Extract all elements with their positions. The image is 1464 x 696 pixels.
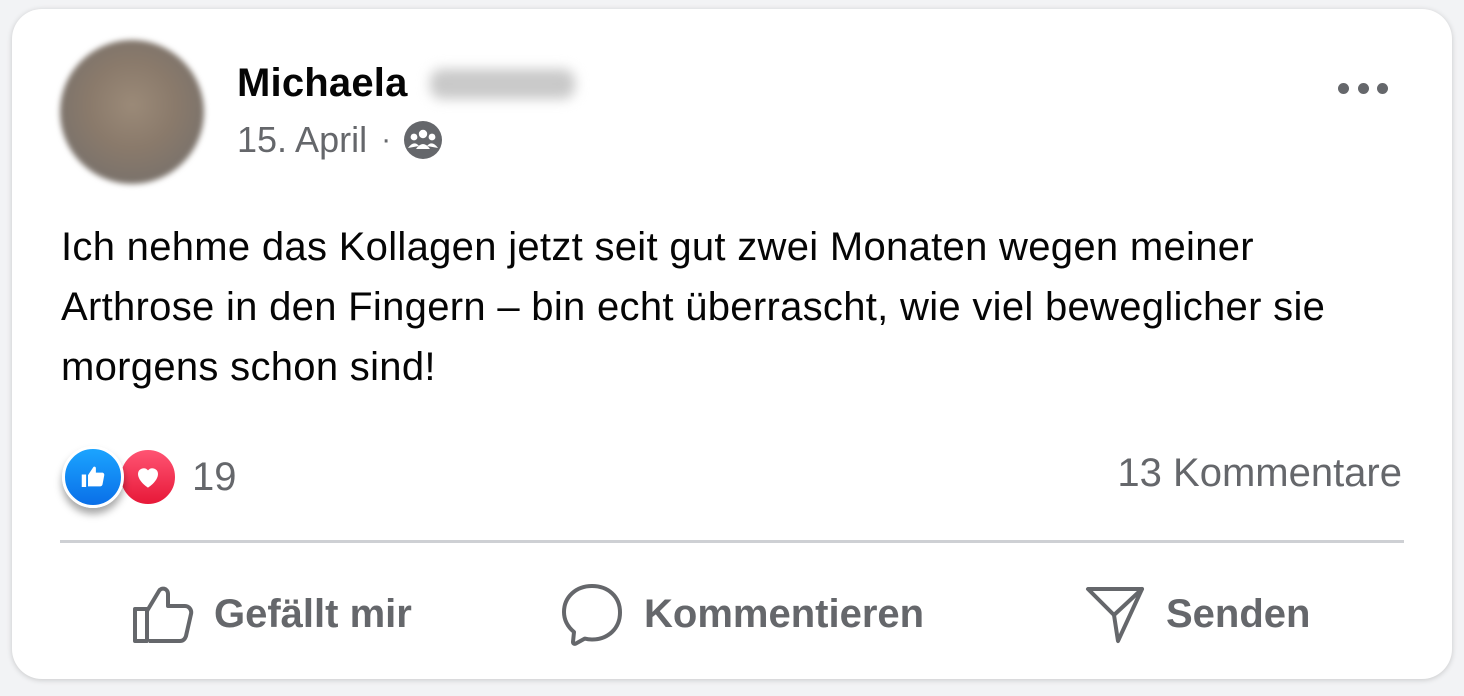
- love-reaction-icon: [118, 447, 178, 507]
- like-button-label: Gefällt mir: [214, 591, 412, 636]
- group-icon[interactable]: [403, 120, 443, 160]
- like-button[interactable]: Gefällt mir: [130, 579, 412, 649]
- blurred-surname: [429, 68, 575, 99]
- comments-count[interactable]: 13 Kommentare: [1117, 451, 1402, 496]
- like-reaction-icon: [62, 446, 124, 508]
- author-name[interactable]: Michaela: [237, 61, 408, 106]
- send-icon: [1086, 587, 1144, 643]
- meta-separator: ·: [381, 123, 392, 156]
- post-date[interactable]: 15. April: [237, 119, 367, 161]
- author-row: Michaela: [237, 61, 575, 106]
- comment-button[interactable]: Kommentieren: [560, 579, 924, 649]
- more-dot-icon: [1377, 82, 1388, 94]
- more-options-button[interactable]: [1338, 73, 1388, 103]
- avatar[interactable]: [60, 40, 204, 184]
- reactions-summary[interactable]: 19: [62, 446, 237, 508]
- post-meta: 15. April ·: [237, 119, 443, 161]
- post-card: Michaela 15. April · Ich nehme das Kolla…: [12, 9, 1452, 679]
- comment-bubble-icon: [562, 584, 622, 646]
- divider: [60, 540, 1404, 543]
- send-button-label: Senden: [1166, 591, 1311, 636]
- more-dot-icon: [1357, 82, 1369, 94]
- send-button[interactable]: Senden: [1084, 579, 1310, 649]
- reaction-count: 19: [192, 454, 237, 499]
- more-dot-icon: [1338, 82, 1349, 94]
- thumbs-up-icon: [133, 586, 194, 643]
- comment-button-label: Kommentieren: [644, 591, 925, 636]
- post-text: Ich nehme das Kollagen jetzt seit gut zw…: [61, 225, 1326, 389]
